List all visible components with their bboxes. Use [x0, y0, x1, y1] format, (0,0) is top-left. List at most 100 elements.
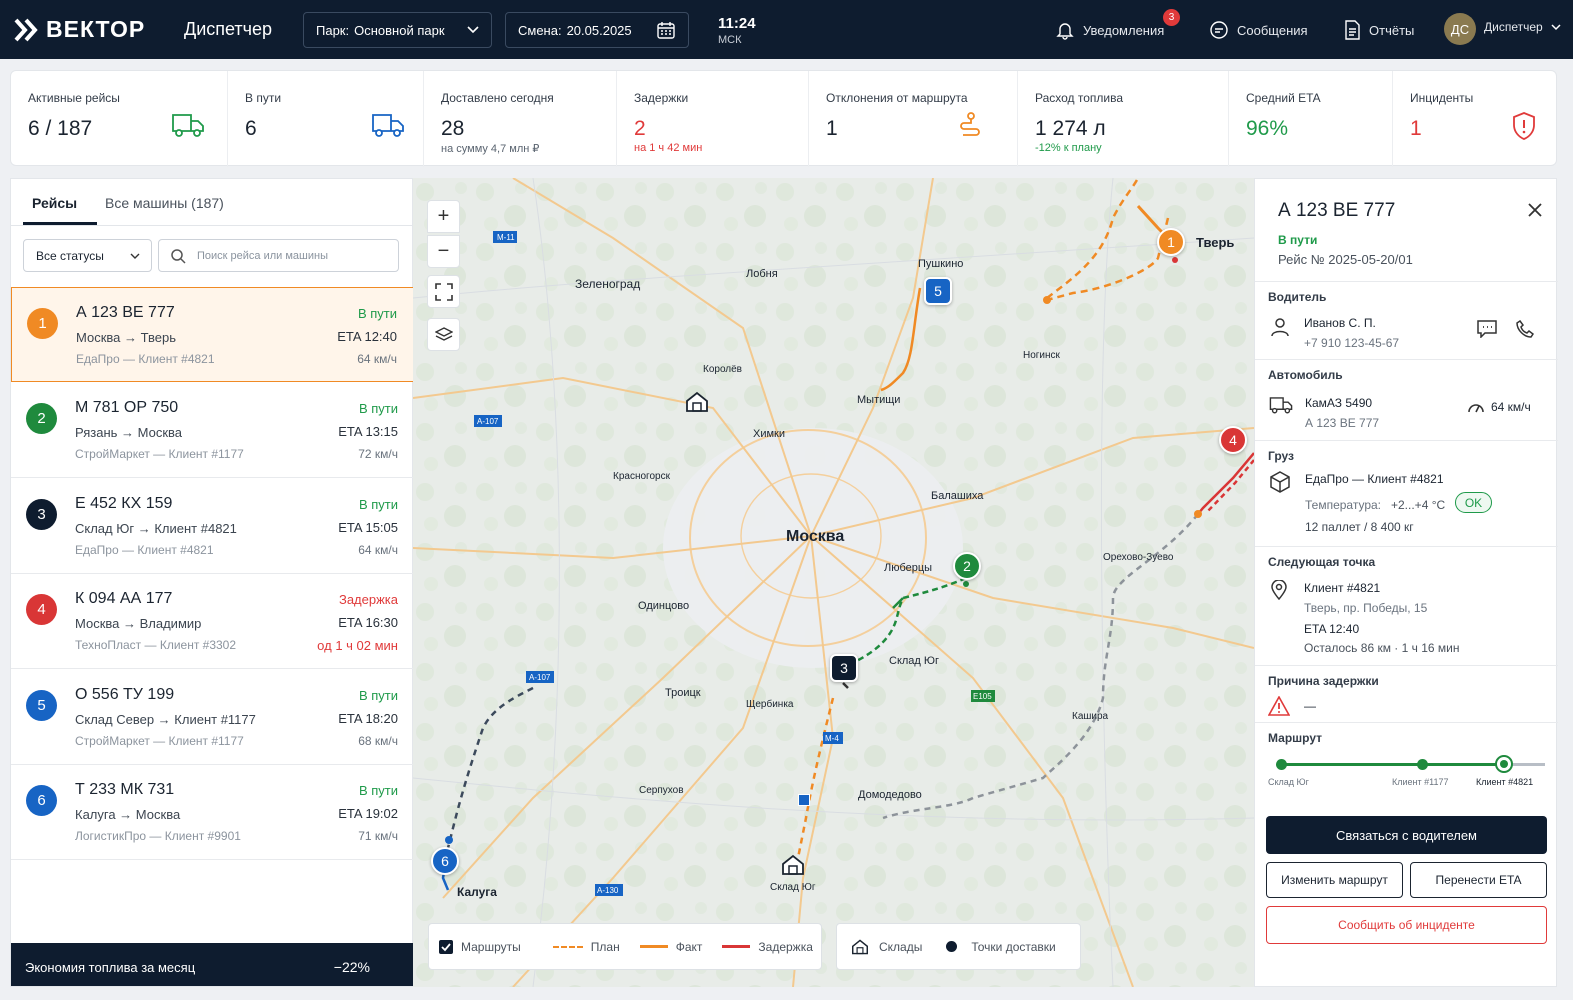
route-point-label: Клиент #1177	[1392, 777, 1449, 787]
route-progress-section: Маршрут Склад Юг Клиент #1177 Клиент #48…	[1255, 723, 1558, 800]
kpi-strip: Активные рейсы 6 / 187 В пути 6 Доставле…	[10, 70, 1557, 167]
trip-route: Рязань → Москва	[75, 425, 183, 440]
trip-row[interactable]: 6 Т 233 МК 731 Калуга → Москва ЛогистикП…	[11, 765, 414, 860]
delivery-point-icon	[946, 941, 958, 952]
app-title: Диспетчер	[184, 19, 273, 39]
kpi-label: Доставлено сегодня	[441, 91, 554, 105]
cargo-client: ЕдаПро — Клиент #4821	[1305, 472, 1444, 486]
trip-row[interactable]: 4 К 094 АА 177 Москва → Владимир ТехноПл…	[11, 574, 414, 669]
notifications-button[interactable]: Уведомления	[1055, 20, 1164, 40]
next-stop-client: Клиент #4821	[1304, 581, 1381, 595]
kpi-average-eta: Средний ETA 96%	[1229, 71, 1393, 167]
shield-icon	[1513, 112, 1535, 140]
layers-icon	[434, 326, 453, 341]
city-label: Тверь	[1196, 235, 1235, 250]
tab-trips[interactable]: Рейсы	[32, 195, 77, 211]
routes-checkbox[interactable]	[439, 939, 453, 954]
map-legend-routes: Маршруты План Факт Задержка	[428, 923, 822, 970]
city-label: Химки	[753, 428, 786, 440]
cargo-load: 12 паллет / 8 400 кг	[1305, 520, 1414, 534]
tab-all-vehicles[interactable]: Все машины (187)	[105, 195, 224, 211]
city-label: Балашиха	[931, 490, 984, 502]
trip-number-badge: 4	[26, 594, 57, 625]
trip-status: В пути	[357, 306, 397, 321]
kpi-value: 1 274 л	[1035, 117, 1106, 140]
fuel-economy-label: Экономия топлива за месяц	[25, 960, 196, 975]
kpi-label: Расход топлива	[1035, 91, 1124, 105]
check-icon	[441, 942, 451, 951]
reports-label: Отчёты	[1369, 22, 1415, 38]
cargo-temp: +2...+4 °C	[1391, 498, 1446, 512]
trip-status: В пути	[358, 497, 398, 512]
route-point-label: Клиент #4821	[1476, 777, 1534, 787]
message-icon[interactable]	[1477, 320, 1497, 338]
trip-client: СтройМаркет — Клиент #1177	[75, 734, 244, 748]
legend-fact-swatch	[639, 945, 668, 948]
trip-status: В пути	[358, 688, 398, 703]
city-label: Серпухов	[639, 785, 684, 796]
trip-speed: 64 км/ч	[357, 352, 397, 366]
details-trip-number: Рейс № 2025-05-20/01	[1278, 252, 1413, 267]
city-label: Лобня	[746, 268, 778, 280]
close-icon[interactable]	[1528, 203, 1542, 217]
active-tab-indicator	[23, 222, 97, 225]
truck-icon	[172, 114, 204, 137]
vehicle-section: Автомобиль КамАЗ 5490 А 123 ВЕ 777 64 км…	[1255, 360, 1558, 441]
city-label: Одинцово	[638, 600, 690, 612]
vehicle-marker[interactable]: 6	[431, 847, 459, 875]
kpi-label: Отклонения от маршрута	[826, 91, 968, 105]
layers-button[interactable]	[427, 318, 460, 351]
trip-delay: од 1 ч 02 мин	[317, 638, 398, 653]
search-icon	[171, 249, 186, 264]
vehicle-marker[interactable]: 5	[924, 277, 952, 305]
zoom-in-button[interactable]: +	[427, 200, 460, 233]
kpi-value: 1	[826, 117, 838, 140]
kpi-value: 28	[441, 117, 465, 140]
trip-eta: ETA 13:15	[338, 424, 398, 439]
kpi-sub: -12% к плану	[1035, 142, 1102, 154]
route-progress-fill	[1281, 763, 1503, 766]
vehicle-marker[interactable]: 2	[953, 552, 981, 580]
trip-row[interactable]: 3 Е 452 КХ 159 Склад Юг → Клиент #4821 Е…	[11, 479, 414, 574]
trip-speed: 72 км/ч	[358, 447, 398, 461]
kpi-label: Задержки	[634, 91, 689, 105]
map[interactable]: М-11 А-107 А-107 М-4 E105 А-130 Москва З…	[413, 178, 1254, 987]
fullscreen-button[interactable]	[427, 275, 460, 308]
park-select[interactable]: Парк: Основной парк	[303, 12, 492, 48]
kpi-in-transit: В пути 6	[228, 71, 424, 167]
svg-text:А-107: А-107	[529, 673, 551, 682]
contact-driver-button[interactable]: Связаться с водителем	[1266, 816, 1547, 854]
trip-route: Склад Юг → Клиент #4821	[75, 521, 237, 536]
avatar[interactable]: ДС	[1444, 13, 1476, 45]
vehicle-marker[interactable]: 3	[830, 654, 858, 682]
section-label: Груз	[1268, 449, 1294, 463]
chevron-down-icon	[467, 26, 479, 34]
phone-icon[interactable]	[1516, 320, 1534, 338]
trip-row[interactable]: 2 М 781 ОР 750 Рязань → Москва СтройМарк…	[11, 383, 414, 478]
cargo-section: Груз ЕдаПро — Клиент #4821 Температура: …	[1255, 441, 1558, 547]
vehicle-marker[interactable]: 4	[1219, 426, 1247, 454]
zoom-out-button[interactable]: −	[427, 235, 460, 268]
trip-row[interactable]: 5 О 556 ТУ 199 Склад Север → Клиент #117…	[11, 670, 414, 765]
trip-row[interactable]: 1 А 123 ВЕ 777 Москва → Тверь ЕдаПро — К…	[11, 287, 414, 382]
messages-button[interactable]: Сообщения	[1209, 20, 1308, 40]
kpi-route-deviations: Отклонения от маршрута 1	[809, 71, 1018, 167]
reports-button[interactable]: Отчёты	[1343, 20, 1414, 40]
vehicle-marker[interactable]: 1	[1157, 228, 1185, 256]
route-icon	[960, 112, 980, 136]
status-filter[interactable]: Все статусы	[23, 239, 152, 272]
reschedule-eta-button[interactable]: Перенести ETA	[1410, 862, 1547, 898]
warehouse-icon[interactable]	[781, 854, 805, 876]
user-menu[interactable]: Диспетчер	[1484, 20, 1561, 34]
trip-route: Склад Север → Клиент #1177	[75, 712, 256, 727]
report-incident-button[interactable]: Сообщить об инциденте	[1266, 906, 1547, 944]
change-route-button[interactable]: Изменить маршрут	[1266, 862, 1403, 898]
shift-select[interactable]: Смена: 20.05.2025	[505, 12, 689, 48]
warehouse-icon[interactable]	[685, 391, 709, 413]
next-stop-address: Тверь, пр. Победы, 15	[1304, 601, 1428, 615]
box-icon	[1270, 471, 1290, 493]
search-input[interactable]: Поиск рейса или машины	[158, 239, 399, 272]
trip-plate: А 123 ВЕ 777	[76, 304, 175, 321]
legend-points-label: Точки доставки	[971, 939, 1056, 954]
kpi-label: Активные рейсы	[28, 91, 120, 105]
